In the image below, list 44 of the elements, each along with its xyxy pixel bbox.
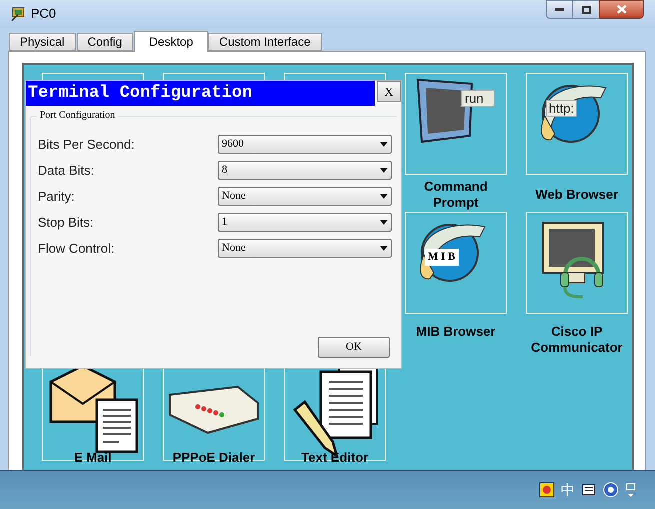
dropdown[interactable]: None: [218, 187, 392, 206]
app-label: Web Browser: [534, 187, 620, 203]
help-icon: [603, 482, 619, 498]
close-button[interactable]: X: [377, 81, 401, 102]
badge-label: run: [461, 90, 495, 107]
caret-icon: [380, 168, 388, 173]
field-label: Bits Per Second:: [38, 136, 136, 154]
close-button[interactable]: [599, 0, 644, 19]
maximize-button[interactable]: [573, 0, 599, 19]
close-icon: [616, 5, 626, 14]
ok-button[interactable]: OK: [318, 337, 390, 358]
caret-icon: [380, 246, 388, 251]
tray-icon: [539, 482, 555, 498]
caret-icon: [380, 194, 388, 199]
group-label: Port Configuration: [37, 109, 118, 123]
caret-icon: [380, 220, 388, 225]
tab[interactable]: Custom Interface: [208, 33, 322, 51]
app-tile[interactable]: M I B: [405, 212, 507, 314]
caret-icon: [380, 142, 388, 147]
app-tile[interactable]: http:: [526, 73, 628, 175]
app-label: Command Prompt: [423, 179, 489, 211]
badge-label: M I B: [425, 249, 458, 266]
dropdown[interactable]: None: [218, 239, 392, 258]
window-title: PC0: [31, 5, 56, 24]
dropdown[interactable]: 8: [218, 161, 392, 180]
tab[interactable]: Desktop: [134, 31, 208, 52]
dropdown[interactable]: 1: [218, 213, 392, 232]
app-tile[interactable]: [526, 212, 628, 314]
minimize-button[interactable]: [546, 0, 573, 19]
app-tile[interactable]: run: [405, 73, 507, 175]
restore-icon: [625, 482, 637, 498]
app-label: MIB Browser: [415, 324, 497, 340]
keyboard-icon: [581, 482, 597, 498]
field-label: Data Bits:: [38, 162, 96, 180]
dropdown[interactable]: 9600: [218, 135, 392, 154]
field-label: Stop Bits:: [38, 214, 95, 232]
modem-icon: [168, 385, 260, 435]
tab[interactable]: Config: [76, 33, 134, 51]
badge-label: http:: [546, 100, 578, 117]
app-label: Cisco IP Communicator: [530, 324, 624, 356]
field-label: Parity:: [38, 188, 76, 206]
tab[interactable]: Physical: [9, 33, 76, 51]
dialog-title: Terminal Configuration: [26, 81, 376, 106]
field-label: Flow Control:: [38, 240, 116, 258]
